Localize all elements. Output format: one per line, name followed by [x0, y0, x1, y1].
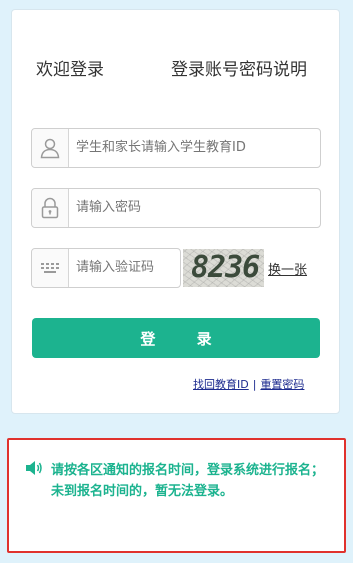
recover-id-link[interactable]: 找回教育ID: [193, 378, 249, 391]
link-separator: |: [252, 378, 257, 391]
refresh-captcha-link[interactable]: 换一张: [268, 259, 307, 278]
password-input[interactable]: [76, 189, 316, 227]
captcha-field[interactable]: [31, 248, 181, 288]
account-help-link[interactable]: 登录账号密码说明: [171, 55, 307, 80]
education-id-input[interactable]: [76, 129, 316, 167]
captcha-input[interactable]: [76, 249, 176, 287]
lock-icon: [32, 189, 69, 227]
login-card: 欢迎登录 登录账号密码说明 学生和家长请输入学生教育ID 请输入验证码 8236…: [11, 9, 340, 414]
login-button[interactable]: 登 录: [32, 318, 320, 358]
notice-box: 请按各区通知的报名时间，登录系统进行报名；未到报名时间的，暂无法登录。: [7, 438, 346, 553]
welcome-title: 欢迎登录: [36, 60, 104, 80]
account-links: 找回教育ID | 重置密码: [193, 376, 304, 392]
keyboard-icon: [32, 249, 69, 287]
captcha-image[interactable]: 8236: [183, 249, 264, 287]
captcha-code: 8236: [191, 250, 260, 285]
notice-message: 请按各区通知的报名时间，登录系统进行报名；未到报名时间的，暂无法登录。: [51, 463, 325, 499]
password-field[interactable]: [31, 188, 321, 228]
speaker-icon: [25, 460, 43, 480]
education-id-field[interactable]: [31, 128, 321, 168]
reset-password-link[interactable]: 重置密码: [260, 378, 304, 391]
user-icon: [32, 129, 69, 167]
